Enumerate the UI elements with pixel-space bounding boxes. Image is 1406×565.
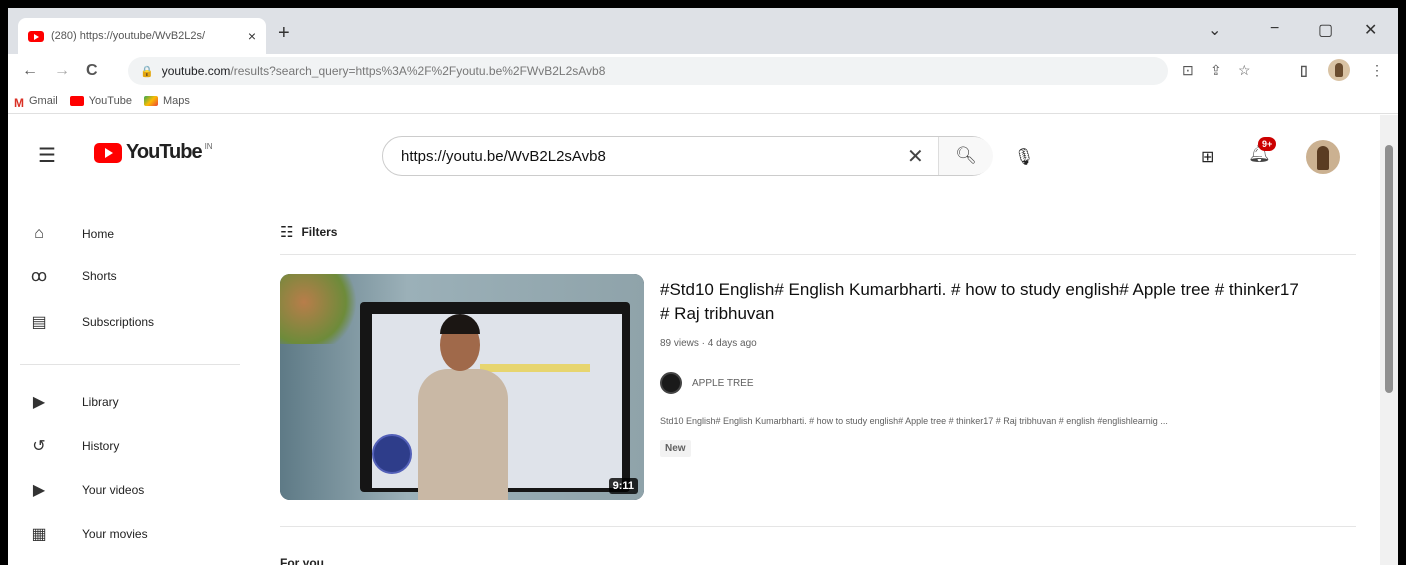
video-duration: 9:11 [608,478,638,494]
sidebar-item-label: Home [82,227,115,241]
tab-title: (280) https://youtube/WvB2L2s/ [51,30,206,42]
sidebar-divider [20,364,240,365]
address-bar-row: ← → C 🔒 youtube.com/results?search_query… [8,54,1398,88]
notifications-bell-icon[interactable]: 🔔︎ 9+ [1248,137,1277,164]
youtube-logo[interactable]: YouTube IN [94,141,213,164]
video-thumbnail[interactable]: 9:11 [280,274,644,500]
library-icon: ▶ [32,394,46,411]
video-title[interactable]: #Std10 English# English Kumarbharti. # h… [660,278,1300,326]
sidebar-item-library[interactable]: ▶ Library [28,384,238,420]
sidebar-item-shorts[interactable]: ꝏ Shorts [28,258,238,294]
hamburger-menu-icon[interactable]: ☰ [38,143,56,168]
bookmark-maps[interactable]: Maps [143,94,190,107]
channel-link[interactable]: APPLE TREE [660,372,754,394]
url-path: /results?search_query=https%3A%2F%2Fyout… [230,64,606,78]
youtube-wordmark: YouTube [126,141,203,163]
bookmark-gmail[interactable]: M Gmail [14,94,58,110]
sidebar-item-label: Your movies [82,527,148,541]
page-scrollbar[interactable] [1380,115,1398,565]
channel-avatar[interactable] [660,372,682,394]
back-button[interactable]: ← [22,62,38,80]
filters-button[interactable]: ☷ Filters [280,223,337,241]
notification-badge: 9+ [1258,137,1277,151]
maps-icon [143,95,158,106]
tab-close-button[interactable]: × [248,28,256,44]
search-icon: 🔍︎ [955,146,977,165]
share-icon[interactable]: ⇪ [1210,62,1222,79]
sidebar-item-your-movies[interactable]: ▦ Your movies [28,516,238,552]
bookmark-youtube[interactable]: YouTube [69,94,132,107]
youtube-favicon-icon [28,30,44,42]
browser-window: (280) https://youtube/WvB2L2s/ × + ⌄ − ▢… [8,8,1398,565]
account-avatar[interactable] [1306,140,1340,174]
scrollbar-thumb[interactable] [1385,145,1393,393]
create-video-icon[interactable]: ⊞ [1201,147,1214,167]
movies-icon: ▦ [31,526,47,543]
gmail-icon: M [14,95,24,110]
browser-menu-icon[interactable]: ⋮ [1370,62,1384,79]
sidebar-item-home[interactable]: ⌂ Home [28,216,238,252]
sidebar-item-label: Subscriptions [82,315,155,329]
bookmark-label: Gmail [29,94,58,107]
youtube-masthead: ☰ YouTube IN ✕ 🔍︎ 🎙︎ ⊞ 🔔︎9+ [8,115,1380,205]
sidebar-item-history[interactable]: ↺ History [28,428,238,464]
sidebar-item-subscriptions[interactable]: ▤ Subscriptions [28,304,238,340]
country-code: IN [204,142,213,151]
maximize-button[interactable]: ▢ [1318,20,1333,40]
your-videos-icon: ▶ [32,482,46,499]
browser-profile-avatar[interactable] [1328,59,1350,81]
tab-search-icon[interactable]: ⌄ [1208,20,1221,40]
bookmark-label: Maps [162,94,190,107]
divider [280,254,1356,255]
sidebar-item-label: Your videos [82,483,145,497]
side-panel-icon[interactable]: ▯ [1300,62,1308,79]
filter-sliders-icon: ☷ [280,224,294,241]
forward-button[interactable]: → [54,62,70,80]
search-box: ✕ 🔍︎ [382,136,993,176]
shorts-icon: ꝏ [30,268,48,285]
lock-icon: 🔒 [140,65,154,78]
search-button[interactable]: 🔍︎ [938,137,993,175]
clear-search-icon[interactable]: ✕ [907,144,924,169]
bookmark-star-icon[interactable]: ☆ [1238,62,1251,79]
sidebar-item-label: History [82,439,120,453]
filters-label: Filters [301,225,338,239]
lens-icon[interactable]: ⊡ [1182,62,1194,79]
reload-button[interactable]: C [86,62,98,80]
url-bar[interactable]: 🔒 youtube.com/results?search_query=https… [128,57,1168,85]
bookmarks-bar: M Gmail YouTube Maps [8,88,1398,114]
url-host: youtube.com [161,64,231,78]
tab-strip: (280) https://youtube/WvB2L2s/ × + ⌄ − ▢… [8,8,1398,54]
new-tab-button[interactable]: + [278,22,290,45]
sidebar-item-label: Library [82,395,119,409]
video-description: Std10 English# English Kumarbharti. # ho… [660,416,1168,426]
search-input[interactable] [401,147,901,165]
browser-tab[interactable]: (280) https://youtube/WvB2L2s/ × [18,18,266,54]
video-meta: 89 views · 4 days ago [660,338,757,349]
section-heading: For you [280,556,324,565]
subscriptions-icon: ▤ [31,314,47,331]
minimize-button[interactable]: − [1270,20,1279,38]
youtube-icon [69,95,84,106]
divider [280,526,1356,527]
youtube-play-icon [94,142,122,163]
sidebar-item-your-videos[interactable]: ▶ Your videos [28,472,238,508]
bookmark-label: YouTube [88,94,132,107]
history-icon: ↺ [32,438,46,455]
new-badge: New [660,440,691,457]
voice-search-mic-icon[interactable]: 🎙︎ [1008,141,1040,173]
sidebar-item-label: Shorts [82,269,117,283]
channel-name[interactable]: APPLE TREE [692,378,754,389]
home-icon: ⌂ [34,225,44,242]
close-window-button[interactable]: ✕ [1364,20,1377,40]
